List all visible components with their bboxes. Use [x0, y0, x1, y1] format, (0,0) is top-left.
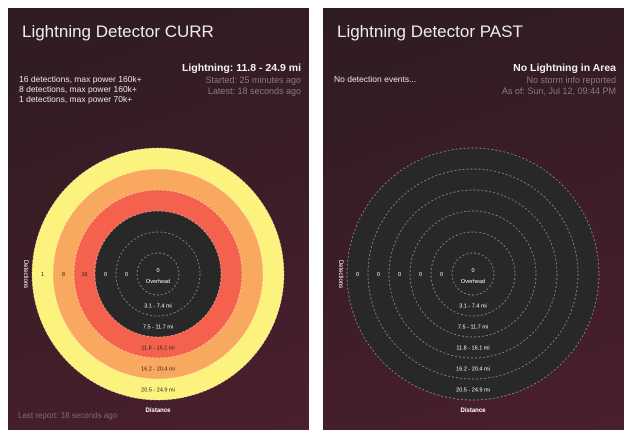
distance-label: 7.5 - 11.7 mi [458, 325, 488, 331]
detection-count: 0 [104, 272, 107, 278]
overhead-label: Overhead [461, 279, 485, 285]
distance-label: 16.2 - 20.4 mi [456, 367, 490, 373]
last-report: Last report: 18 seconds ago [18, 411, 118, 420]
detection-count: 0 [377, 272, 380, 278]
detection-count: 0 [125, 272, 128, 278]
radial-chart-curr: 0Overhead03.1 - 7.4 mi07.5 - 11.7 mi1611… [22, 147, 285, 414]
distance-label: 20.5 - 24.9 mi [456, 388, 490, 394]
distance-label: 7.5 - 11.7 mi [143, 325, 173, 331]
distance-label: 16.2 - 20.4 mi [141, 367, 175, 373]
detection-count: 16 [81, 272, 87, 278]
distance-label: 11.8 - 16.1 mi [141, 346, 174, 352]
detection-count: 0 [356, 272, 359, 278]
y-axis-label: Detections [22, 260, 28, 288]
y-axis-label: Detections [337, 260, 343, 288]
distance-label: 11.8 - 16.1 mi [456, 346, 489, 352]
x-axis-label: Distance [460, 408, 486, 414]
detection-count: 0 [398, 272, 401, 278]
overhead-count: 0 [156, 268, 159, 274]
overhead-label: Overhead [146, 279, 170, 285]
lightning-card-curr: Lightning Detector CURR Lightning: 11.8 … [8, 8, 309, 430]
detection-count: 1 [41, 272, 44, 278]
x-axis-label: Distance [145, 408, 171, 414]
distance-label: 20.5 - 24.9 mi [141, 388, 175, 394]
distance-label: 3.1 - 7.4 mi [459, 304, 487, 310]
lightning-card-past: Lightning Detector PAST No Lightning in … [323, 8, 624, 430]
distance-label: 3.1 - 7.4 mi [144, 304, 172, 310]
overhead-count: 0 [471, 268, 474, 274]
radial-chart-past: 0 Overhead 0 3.1 - 7.4 mi 0 7.5 - 11.7 mi 0 11.… [337, 147, 600, 414]
detection-count: 8 [62, 272, 65, 278]
detection-count: 0 [440, 272, 443, 278]
detection-count: 0 [419, 272, 422, 278]
